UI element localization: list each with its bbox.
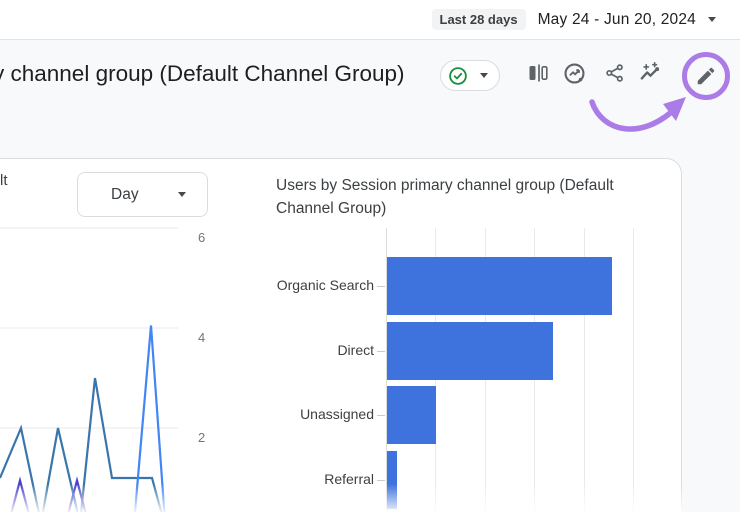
bar-chart-title: Users by Session primary channel group (… [276, 175, 636, 220]
y-axis-tick-label: 4 [198, 330, 205, 345]
bright-blue-line[interactable] [133, 326, 166, 512]
check-circle-icon [447, 65, 469, 87]
bar-unassigned[interactable] [387, 386, 436, 444]
line-chart-svg[interactable]: 2 4 6 [0, 222, 220, 512]
insights-button[interactable] [557, 56, 591, 90]
chevron-down-icon [708, 17, 716, 22]
y-axis-tick-label: 6 [198, 230, 205, 245]
top-bar: Last 28 days May 24 - Jun 20, 2024 [0, 0, 740, 40]
granularity-select[interactable]: Day [77, 172, 208, 217]
bar-referral[interactable] [387, 451, 397, 509]
chevron-down-icon [178, 192, 186, 197]
left-chart-partial-label: lt [0, 172, 8, 189]
edit-button-highlight-ring[interactable] [682, 52, 730, 100]
share-icon [603, 61, 627, 85]
date-range-text: May 24 - Jun 20, 2024 [538, 11, 696, 29]
bar-direct[interactable] [387, 322, 553, 380]
chevron-down-icon [480, 73, 488, 78]
share-button[interactable] [598, 56, 632, 90]
granularity-value: Day [111, 186, 139, 204]
bar-organic-search[interactable] [387, 257, 612, 315]
y-axis-tick-label: 2 [198, 430, 205, 445]
comparison-bars-icon [526, 61, 550, 85]
page-title: y channel group (Default Channel Group) [0, 61, 405, 87]
date-range-picker[interactable]: Last 28 days May 24 - Jun 20, 2024 [432, 9, 716, 30]
add-comparison-button[interactable] [521, 56, 555, 90]
steel-blue-line[interactable] [0, 378, 167, 512]
date-range-chip: Last 28 days [432, 9, 526, 30]
insights-icon [562, 61, 587, 86]
edit-pencil-icon [695, 65, 717, 87]
trending-change-button[interactable] [634, 56, 668, 90]
verification-badge[interactable] [440, 60, 500, 91]
trend-sparkle-icon [638, 60, 664, 86]
annotation-arrow [580, 88, 710, 150]
